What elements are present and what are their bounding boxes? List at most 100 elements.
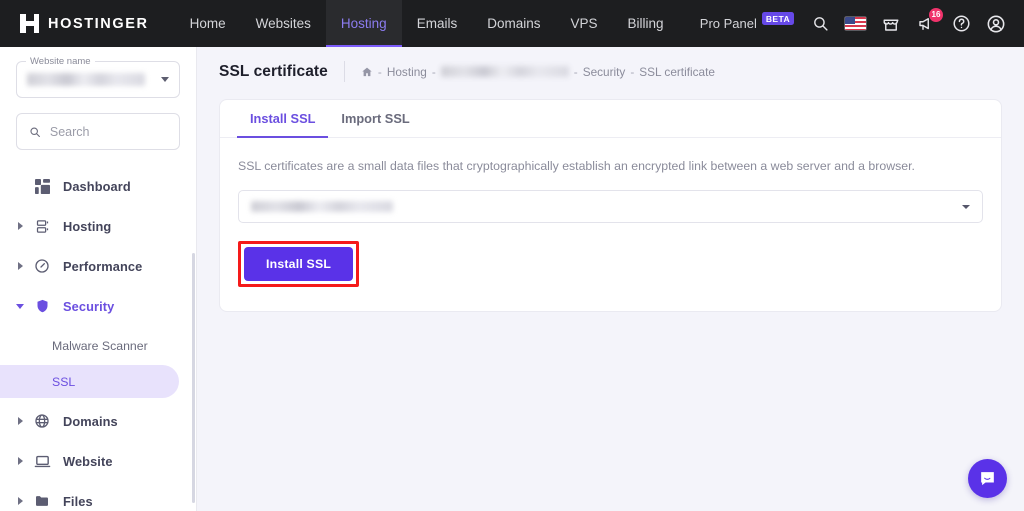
sidebar-search-box[interactable] bbox=[16, 113, 180, 150]
ssl-card: Install SSL Import SSL SSL certificates … bbox=[219, 99, 1002, 312]
pro-panel-link[interactable]: Pro Panel BETA bbox=[700, 16, 794, 31]
store-icon[interactable] bbox=[880, 13, 902, 35]
sidebar-nav-list: Dashboard Hosting Performance bbox=[0, 166, 196, 511]
nav-link-home-label: Home bbox=[190, 16, 226, 31]
website-name-value-redacted bbox=[27, 73, 145, 86]
nav-link-domains-label: Domains bbox=[487, 16, 540, 31]
sidebar-item-files[interactable]: Files bbox=[0, 481, 196, 511]
nav-link-hosting-label: Hosting bbox=[341, 16, 387, 31]
laptop-icon bbox=[31, 453, 53, 470]
account-circle-icon[interactable] bbox=[985, 13, 1007, 35]
sidebar-item-domains-label: Domains bbox=[63, 414, 118, 429]
chevron-down-icon bbox=[161, 77, 169, 82]
beta-badge: BETA bbox=[762, 12, 794, 25]
primary-nav-links: Home Websites Hosting Emails Domains VPS… bbox=[175, 0, 679, 47]
sidebar-item-website-label: Website bbox=[63, 454, 113, 469]
globe-icon bbox=[31, 413, 53, 429]
sidebar-item-dashboard-label: Dashboard bbox=[63, 179, 131, 194]
breadcrumb-separator-3: - bbox=[574, 65, 578, 79]
nav-link-emails[interactable]: Emails bbox=[402, 0, 473, 47]
breadcrumb-item-ssl-certificate[interactable]: SSL certificate bbox=[639, 65, 715, 79]
ssl-card-body: SSL certificates are a small data files … bbox=[220, 138, 1001, 311]
website-selector-wrapper: Website name bbox=[0, 47, 196, 98]
folder-icon bbox=[31, 493, 53, 509]
sidebar: Website name Dashboard bbox=[0, 47, 197, 511]
nav-link-websites-label: Websites bbox=[256, 16, 311, 31]
sidebar-subitem-malware-scanner[interactable]: Malware Scanner bbox=[0, 329, 179, 362]
ssl-description: SSL certificates are a small data files … bbox=[238, 157, 983, 175]
sidebar-item-website[interactable]: Website bbox=[0, 441, 196, 481]
chevron-down-icon bbox=[14, 304, 26, 309]
sidebar-item-domains[interactable]: Domains bbox=[0, 401, 196, 441]
chevron-right-icon bbox=[14, 457, 26, 465]
header-divider bbox=[344, 61, 345, 82]
hostinger-logo[interactable]: HOSTINGER bbox=[0, 0, 175, 47]
breadcrumb-item-domain-redacted[interactable] bbox=[441, 66, 569, 77]
nav-link-vps[interactable]: VPS bbox=[555, 0, 612, 47]
home-icon[interactable] bbox=[361, 66, 373, 78]
nav-link-websites[interactable]: Websites bbox=[241, 0, 326, 47]
search-icon[interactable] bbox=[809, 13, 831, 35]
nav-link-domains[interactable]: Domains bbox=[472, 0, 555, 47]
chevron-right-icon bbox=[14, 262, 26, 270]
domain-select[interactable] bbox=[238, 190, 983, 223]
sidebar-item-security[interactable]: Security bbox=[0, 286, 196, 326]
chevron-right-icon bbox=[14, 222, 26, 230]
nav-link-billing[interactable]: Billing bbox=[613, 0, 679, 47]
breadcrumb-item-hosting[interactable]: Hosting bbox=[387, 65, 427, 79]
notification-count-badge: 16 bbox=[929, 8, 943, 22]
sidebar-item-security-label: Security bbox=[63, 299, 114, 314]
nav-link-home[interactable]: Home bbox=[175, 0, 241, 47]
sidebar-search-wrapper bbox=[0, 98, 196, 150]
server-icon bbox=[31, 219, 53, 234]
nav-link-emails-label: Emails bbox=[417, 16, 458, 31]
hostinger-mark-icon bbox=[20, 14, 39, 33]
install-ssl-button[interactable]: Install SSL bbox=[244, 247, 353, 281]
grid-icon bbox=[31, 179, 53, 194]
sidebar-item-files-label: Files bbox=[63, 494, 93, 509]
top-nav-actions: Pro Panel BETA 16 bbox=[700, 0, 1024, 47]
chat-bubble-icon bbox=[978, 469, 997, 488]
ssl-tabs: Install SSL Import SSL bbox=[220, 100, 1001, 138]
website-name-label: Website name bbox=[26, 56, 95, 67]
chevron-right-icon bbox=[14, 497, 26, 505]
sidebar-subitem-ssl[interactable]: SSL bbox=[0, 365, 179, 398]
us-flag-icon[interactable] bbox=[844, 16, 867, 31]
page-title: SSL certificate bbox=[219, 63, 328, 81]
install-ssl-annotation-box: Install SSL bbox=[238, 241, 359, 287]
breadcrumb-separator-2: - bbox=[432, 65, 436, 79]
sidebar-item-hosting[interactable]: Hosting bbox=[0, 206, 196, 246]
sidebar-subitem-malware-scanner-label: Malware Scanner bbox=[52, 339, 148, 353]
nav-link-vps-label: VPS bbox=[570, 16, 597, 31]
search-input[interactable] bbox=[50, 125, 167, 139]
tab-install-ssl-label: Install SSL bbox=[250, 111, 315, 126]
breadcrumb: - Hosting - - Security - SSL certificate bbox=[361, 65, 715, 79]
sidebar-item-dashboard[interactable]: Dashboard bbox=[0, 166, 196, 206]
chevron-right-icon bbox=[14, 417, 26, 425]
sidebar-item-performance-label: Performance bbox=[63, 259, 142, 274]
megaphone-icon[interactable]: 16 bbox=[915, 13, 937, 35]
sidebar-item-performance[interactable]: Performance bbox=[0, 246, 196, 286]
breadcrumb-separator-1: - bbox=[378, 65, 382, 79]
tab-import-ssl[interactable]: Import SSL bbox=[328, 100, 422, 137]
sidebar-scrollbar[interactable] bbox=[192, 253, 195, 503]
tab-import-ssl-label: Import SSL bbox=[341, 111, 409, 126]
domain-select-value-redacted bbox=[251, 201, 393, 212]
nav-link-billing-label: Billing bbox=[628, 16, 664, 31]
sidebar-item-hosting-label: Hosting bbox=[63, 219, 111, 234]
pro-panel-label: Pro Panel bbox=[700, 16, 757, 31]
chat-widget-button[interactable] bbox=[968, 459, 1007, 498]
nav-link-hosting[interactable]: Hosting bbox=[326, 0, 402, 47]
page-header: SSL certificate - Hosting - - Security -… bbox=[197, 47, 1024, 82]
breadcrumb-item-security[interactable]: Security bbox=[583, 65, 626, 79]
help-circle-icon[interactable] bbox=[950, 13, 972, 35]
sidebar-subitem-ssl-label: SSL bbox=[52, 375, 75, 389]
top-navigation-bar: HOSTINGER Home Websites Hosting Emails D… bbox=[0, 0, 1024, 47]
chevron-down-icon bbox=[962, 205, 970, 209]
shield-icon bbox=[31, 298, 53, 314]
search-icon bbox=[29, 125, 41, 139]
brand-name: HOSTINGER bbox=[48, 16, 149, 32]
tab-install-ssl[interactable]: Install SSL bbox=[237, 100, 328, 137]
main-content: SSL certificate - Hosting - - Security -… bbox=[197, 47, 1024, 511]
gauge-icon bbox=[31, 258, 53, 274]
